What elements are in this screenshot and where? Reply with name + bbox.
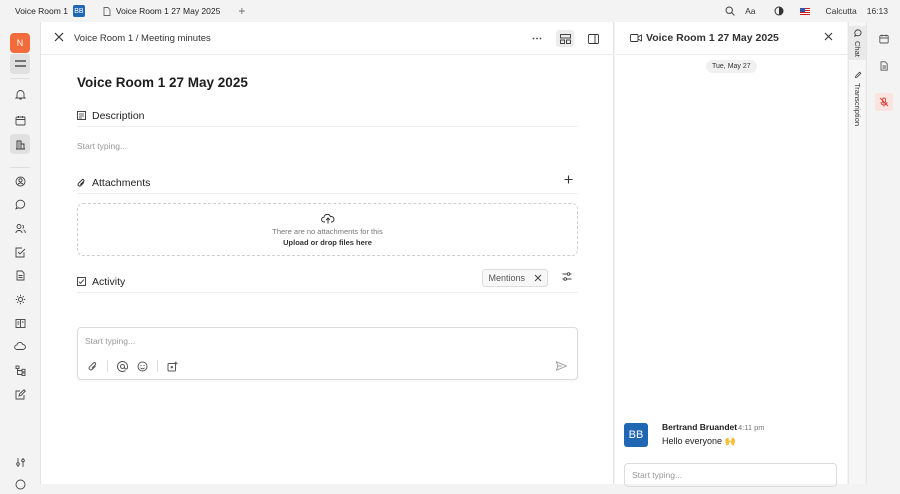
chat-icon [853,29,862,37]
office-icon[interactable] [10,134,30,154]
book-icon[interactable] [10,313,30,333]
help-icon[interactable] [10,474,30,494]
calendar-icon[interactable] [10,110,30,130]
message-text: Hello everyone 🙌 [662,436,736,446]
edit-icon[interactable] [10,384,30,404]
message-timestamp: 4:11 pm [738,423,765,432]
left-sidebar: N [0,22,41,489]
right-toolbar [866,22,900,484]
description-input[interactable]: Start typing... [77,141,127,151]
clock-time: 16:13 [866,6,888,16]
chat-header: Voice Room 1 27 May 2025 [615,22,847,55]
breadcrumb[interactable]: Voice Room 1 / Meeting minutes [74,33,211,44]
tab-user-badge: BB [72,5,85,17]
chat-message-input[interactable]: Start typing... [624,463,837,487]
activity-label: Activity [92,275,126,288]
tree-icon[interactable] [10,360,30,380]
composer-toolbar [88,360,178,372]
menu-icon[interactable] [10,54,30,74]
language-flag-icon[interactable] [799,7,810,15]
timezone-city[interactable]: Calcutta [826,6,857,16]
description-icon [77,111,86,120]
sidebar-divider [10,167,30,168]
tab-transcription-label: Transcription [853,83,862,127]
search-icon[interactable] [725,6,735,16]
new-tab-button[interactable]: + [238,4,245,18]
bell-icon[interactable] [10,84,30,104]
top-right-controls: Aa Calcutta 16:13 [725,0,888,22]
document-header-actions [528,30,602,47]
mentions-filter-chip[interactable]: Mentions [482,269,548,287]
sidebar-divider [10,78,30,79]
tab-voice-room[interactable]: Voice Room 1 BB [0,0,91,22]
activity-composer[interactable]: Start typing... [77,327,578,380]
settings-sliders-icon[interactable] [10,452,30,472]
tab-chat-label: Chat [853,41,862,57]
more-options-icon[interactable] [528,30,546,47]
upload-cloud-icon [320,213,335,224]
composer-input[interactable]: Start typing... [85,336,135,346]
tab-voice-room-label: Voice Room 1 [15,6,68,16]
page-title[interactable]: Voice Room 1 27 May 2025 [77,75,248,90]
chat-icon[interactable] [10,194,30,214]
transcription-icon [854,71,862,79]
emoji-icon[interactable] [137,361,148,372]
tab-meeting-minutes-label: Voice Room 1 27 May 2025 [115,6,221,16]
description-label: Description [92,109,145,122]
font-size-button[interactable]: Aa [745,6,755,16]
upload-link[interactable]: Upload or drop files here [283,238,372,247]
remove-filter-icon[interactable] [534,274,542,282]
attachment-dropzone[interactable]: There are no attachments for this Upload… [77,203,578,256]
mentions-filter-label: Mentions [488,273,525,283]
tab-transcription[interactable]: Transcription [849,68,866,134]
message-author[interactable]: Bertrand Bruandet [662,422,737,432]
document-header: Voice Room 1 / Meeting minutes [41,22,614,55]
theme-contrast-icon[interactable] [774,6,784,16]
side-panel-toggle-icon[interactable] [584,30,602,47]
checklist-icon[interactable] [10,242,30,262]
chat-panel: Voice Room 1 27 May 2025 Tue, May 27 BB … [615,22,847,487]
side-tabs: Chat Transcription [848,22,866,484]
avatar[interactable]: BB [624,423,648,447]
cloud-icon[interactable] [10,336,30,356]
people-icon[interactable] [10,218,30,238]
layout-toggle-icon[interactable] [556,30,574,47]
contacts-icon[interactable] [10,171,30,191]
calendar-icon[interactable] [875,30,893,48]
attachments-empty-text: There are no attachments for this [272,226,383,236]
document-icon [103,6,111,16]
mention-icon[interactable] [117,360,128,372]
attach-file-icon[interactable] [88,361,98,372]
date-separator: Tue, May 27 [706,60,757,73]
sun-icon[interactable] [10,289,30,309]
document-icon[interactable] [10,265,30,285]
workspace-avatar[interactable]: N [10,33,30,53]
toolbar-divider [107,360,108,372]
activity-icon [77,277,86,286]
attachments-section-header: Attachments [77,172,578,194]
document-panel: Voice Room 1 / Meeting minutes Voice Roo… [41,22,614,484]
send-icon[interactable] [556,361,567,371]
filter-settings-icon[interactable] [562,272,572,281]
description-section-header: Description [77,105,578,127]
paperclip-icon [77,178,86,188]
mic-muted-icon[interactable] [875,93,893,111]
add-attachment-icon[interactable] [564,175,573,184]
attachments-label: Attachments [92,176,151,189]
video-call-icon[interactable] [630,34,642,42]
document-icon[interactable] [875,57,893,75]
close-chat-icon[interactable] [824,32,833,41]
toolbar-divider [157,360,158,372]
tab-meeting-minutes[interactable]: Voice Room 1 27 May 2025 [97,0,226,22]
insert-item-icon[interactable] [167,361,178,372]
close-icon[interactable] [54,32,64,42]
tab-chat[interactable]: Chat [849,26,866,60]
activity-section-header: Activity Mentions [77,269,578,293]
chat-title: Voice Room 1 27 May 2025 [646,32,779,44]
